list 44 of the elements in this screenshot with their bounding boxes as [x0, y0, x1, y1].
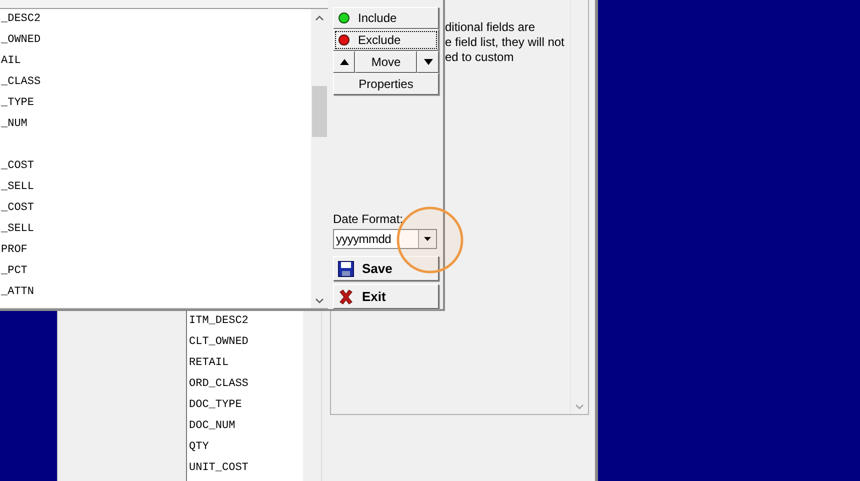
list-item[interactable]: _CLASS: [0, 72, 311, 93]
help-text: e field list, they will not: [445, 35, 564, 50]
move-up-button[interactable]: [333, 51, 355, 73]
date-format-dropdown[interactable]: yyyymmdd: [333, 229, 437, 249]
date-format-label: Date Format:: [333, 212, 404, 226]
scroll-up-icon[interactable]: [315, 15, 324, 21]
list-item[interactable]: AIL: [0, 51, 311, 72]
include-button[interactable]: Include: [333, 7, 439, 29]
dropdown-arrow-icon[interactable]: [424, 237, 431, 241]
list-item[interactable]: DOC_NUM: [187, 416, 303, 437]
list-item[interactable]: PROF: [0, 240, 311, 261]
list-item[interactable]: RETAIL: [187, 353, 303, 374]
list-item[interactable]: _SELL: [0, 177, 311, 198]
cross-icon: [338, 288, 354, 304]
list-item[interactable]: _DESC2: [0, 9, 311, 30]
move-down-button[interactable]: [417, 51, 439, 73]
scrollbar[interactable]: [311, 9, 328, 308]
move-button[interactable]: Move: [355, 51, 417, 73]
properties-button[interactable]: Properties: [333, 73, 439, 95]
up-triangle-icon: [340, 59, 348, 65]
list-item[interactable]: QTY: [187, 437, 303, 458]
list-item[interactable]: _COST: [0, 156, 311, 177]
list-item[interactable]: CLT_OWNED: [187, 332, 303, 353]
list-item[interactable]: DOC_TYPE: [187, 395, 303, 416]
list-item[interactable]: _OWNED: [0, 30, 311, 51]
list-item[interactable]: _NUM: [0, 114, 311, 135]
list-item[interactable]: _COST: [0, 198, 311, 219]
column-header[interactable]: [0, 0, 328, 9]
help-text: ed to custom: [445, 50, 515, 65]
list-item[interactable]: _ATTN: [0, 282, 311, 303]
list-item[interactable]: _PCT: [0, 261, 311, 282]
down-triangle-icon: [424, 59, 432, 65]
list-item[interactable]: _TYPE: [0, 93, 311, 114]
list-item[interactable]: ORD_CLASS: [187, 374, 303, 395]
exclude-dot-icon: [338, 34, 350, 46]
scroll-down-icon[interactable]: [315, 298, 324, 304]
scroll-thumb[interactable]: [312, 86, 327, 137]
exit-button[interactable]: Exit: [333, 284, 439, 309]
help-text: ditional fields are: [445, 20, 536, 35]
list-item[interactable]: UNIT_COST: [187, 458, 303, 479]
exclude-button[interactable]: Exclude: [333, 29, 439, 51]
include-dot-icon: [338, 12, 350, 24]
list-item[interactable]: ITM_DESC2: [187, 311, 303, 332]
list-item[interactable]: _SELL: [0, 219, 311, 240]
